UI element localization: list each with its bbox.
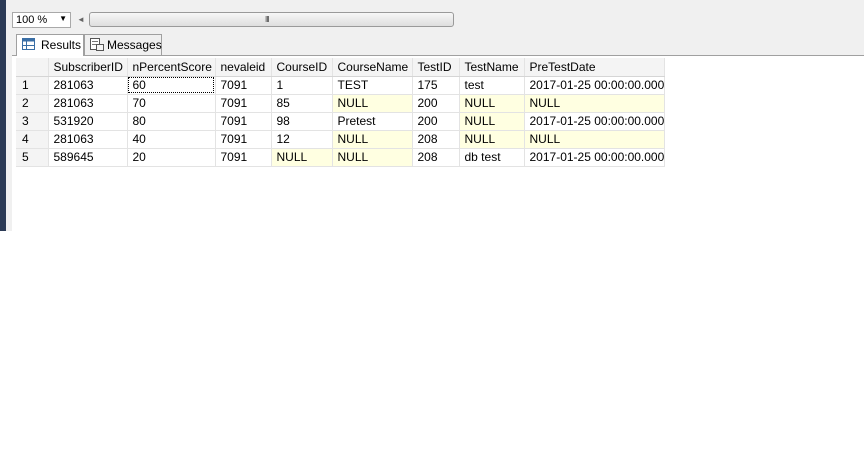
grid-cell[interactable]: 70 bbox=[127, 94, 216, 113]
grid-cell-null[interactable]: NULL bbox=[332, 94, 413, 113]
grid-cell[interactable]: 531920 bbox=[48, 112, 128, 131]
grid-cell[interactable]: 200 bbox=[412, 94, 460, 113]
grid-cell[interactable]: 7091 bbox=[215, 94, 272, 113]
tab-messages-label: Messages bbox=[107, 38, 162, 52]
grid-cell[interactable]: 175 bbox=[412, 76, 460, 95]
grid-cell[interactable]: db test bbox=[459, 148, 525, 167]
column-header[interactable]: CourseName bbox=[332, 58, 413, 77]
results-toolbar: 100 % ▼ ◄ III bbox=[12, 11, 864, 29]
row-number[interactable]: 2 bbox=[16, 94, 49, 113]
grid-cell[interactable]: 208 bbox=[412, 130, 460, 149]
results-pane: 100 % ▼ ◄ III Results Messages Subscribe… bbox=[12, 0, 864, 232]
grid-cell[interactable]: 98 bbox=[271, 112, 333, 131]
messages-icon bbox=[90, 38, 104, 54]
zoom-value: 100 % bbox=[16, 14, 48, 26]
grid-cell[interactable]: 2017-01-25 00:00:00.000 bbox=[524, 112, 666, 131]
grid-cell[interactable]: test bbox=[459, 76, 525, 95]
dropdown-arrow-icon: ▼ bbox=[59, 14, 67, 23]
tab-results-label: Results bbox=[41, 38, 82, 52]
results-grid-area: SubscriberID nPercentScore nevaleid Cour… bbox=[12, 55, 864, 232]
column-header[interactable]: CourseID bbox=[271, 58, 333, 77]
column-header[interactable]: nPercentScore bbox=[127, 58, 216, 77]
column-header[interactable]: TestName bbox=[459, 58, 525, 77]
scrollbar-grip[interactable]: III bbox=[265, 15, 270, 24]
grid-cell[interactable]: 12 bbox=[271, 130, 333, 149]
grid-cell-null[interactable]: NULL bbox=[459, 112, 525, 131]
grid-cell[interactable]: 85 bbox=[271, 94, 333, 113]
grid-cell[interactable]: 200 bbox=[412, 112, 460, 131]
results-grid: SubscriberID nPercentScore nevaleid Cour… bbox=[16, 58, 666, 167]
grid-cell[interactable]: 80 bbox=[127, 112, 216, 131]
table-row: 3 531920 80 7091 98 Pretest 200 NULL 201… bbox=[16, 112, 666, 131]
grid-cell[interactable]: 20 bbox=[127, 148, 216, 167]
column-header[interactable]: nevaleid bbox=[215, 58, 272, 77]
grid-cell[interactable]: 7091 bbox=[215, 148, 272, 167]
grid-cell-null[interactable]: NULL bbox=[459, 94, 525, 113]
table-row: 5 589645 20 7091 NULL NULL 208 db test 2… bbox=[16, 148, 666, 167]
grid-cell[interactable]: 281063 bbox=[48, 130, 128, 149]
row-number[interactable]: 3 bbox=[16, 112, 49, 131]
row-number[interactable]: 4 bbox=[16, 130, 49, 149]
column-header[interactable]: SubscriberID bbox=[48, 58, 128, 77]
grid-cell[interactable]: Pretest bbox=[332, 112, 413, 131]
grid-cell[interactable]: 281063 bbox=[48, 76, 128, 95]
grid-cell[interactable]: 208 bbox=[412, 148, 460, 167]
column-header[interactable]: PreTestDate bbox=[524, 58, 666, 77]
editor-splitter-bar bbox=[0, 0, 12, 231]
grid-cell[interactable]: 7091 bbox=[215, 76, 272, 95]
results-grid-icon bbox=[22, 38, 35, 53]
grid-cell-selected[interactable]: 60 bbox=[127, 76, 216, 95]
grid-cell-null[interactable]: NULL bbox=[524, 94, 666, 113]
row-number[interactable]: 5 bbox=[16, 148, 49, 167]
grid-header-row: SubscriberID nPercentScore nevaleid Cour… bbox=[16, 58, 666, 77]
grid-cell-null[interactable]: NULL bbox=[271, 148, 333, 167]
horizontal-scrollbar[interactable]: III bbox=[89, 12, 454, 27]
grid-cell[interactable]: 281063 bbox=[48, 94, 128, 113]
grid-cell-null[interactable]: NULL bbox=[332, 148, 413, 167]
grid-cell[interactable]: 7091 bbox=[215, 112, 272, 131]
table-row: 4 281063 40 7091 12 NULL 208 NULL NULL bbox=[16, 130, 666, 149]
grid-cell[interactable]: 7091 bbox=[215, 130, 272, 149]
column-header[interactable]: TestID bbox=[412, 58, 460, 77]
grid-cell[interactable]: 40 bbox=[127, 130, 216, 149]
zoom-dropdown[interactable]: 100 % ▼ bbox=[12, 12, 71, 28]
scroll-left-arrow-icon[interactable]: ◄ bbox=[75, 13, 87, 27]
table-row: 2 281063 70 7091 85 NULL 200 NULL NULL bbox=[16, 94, 666, 113]
grid-cell[interactable]: 2017-01-25 00:00:00.000 bbox=[524, 148, 666, 167]
grid-cell[interactable]: TEST bbox=[332, 76, 413, 95]
grid-cell-null[interactable]: NULL bbox=[459, 130, 525, 149]
tab-messages[interactable]: Messages bbox=[84, 34, 162, 55]
tab-results[interactable]: Results bbox=[16, 34, 84, 56]
row-number[interactable]: 1 bbox=[16, 76, 49, 95]
grid-cell[interactable]: 1 bbox=[271, 76, 333, 95]
grid-cell[interactable]: 589645 bbox=[48, 148, 128, 167]
grid-cell-null[interactable]: NULL bbox=[524, 130, 666, 149]
row-header-corner[interactable] bbox=[16, 58, 49, 77]
grid-cell-null[interactable]: NULL bbox=[332, 130, 413, 149]
grid-cell[interactable]: 2017-01-25 00:00:00.000 bbox=[524, 76, 666, 95]
table-row: 1 281063 60 7091 1 TEST 175 test 2017-01… bbox=[16, 76, 666, 95]
